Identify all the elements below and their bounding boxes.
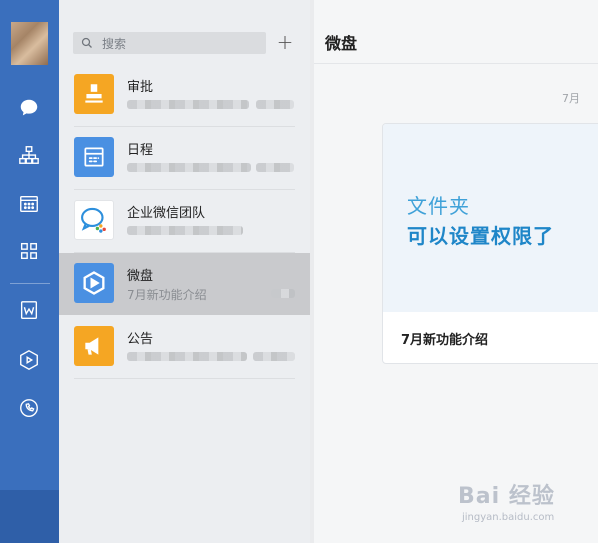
rail-footer bbox=[0, 490, 59, 543]
card-caption: 7月新功能介绍 bbox=[401, 333, 489, 348]
list-item-approval[interactable]: 审批 bbox=[59, 64, 310, 126]
list-item-title: 公告 bbox=[127, 332, 154, 347]
content-pane: 微盘 7月 文件夹 可以设置权限了 7月新功能介绍 bbox=[310, 0, 598, 543]
list-item-subtitle: 7月新功能介绍 bbox=[127, 288, 207, 302]
announcement-icon bbox=[74, 326, 114, 366]
weipan-icon bbox=[74, 263, 114, 303]
list-item-title: 微盘 bbox=[127, 269, 154, 284]
list-item-title: 审批 bbox=[127, 80, 154, 95]
watermark-url: jingyan.baidu.com bbox=[462, 512, 555, 523]
blurred-preview bbox=[127, 352, 247, 361]
blurred-preview bbox=[127, 100, 249, 109]
phone-icon[interactable] bbox=[17, 396, 41, 420]
blurred-time bbox=[256, 100, 294, 109]
apps-grid-icon[interactable] bbox=[17, 239, 41, 263]
list-item-wecom-team[interactable]: 企业微信团队 bbox=[59, 190, 310, 252]
chat-icon[interactable] bbox=[17, 96, 41, 120]
search-input[interactable]: 搜索 bbox=[73, 32, 266, 54]
pane-divider bbox=[310, 0, 314, 543]
weipan-icon[interactable] bbox=[17, 348, 41, 372]
list-item-schedule[interactable]: 日程 bbox=[59, 127, 310, 189]
card-headline-line1: 文件夹 bbox=[407, 194, 470, 218]
blurred-preview bbox=[127, 226, 243, 235]
rail-divider bbox=[10, 283, 50, 284]
page-title: 微盘 bbox=[325, 34, 358, 53]
list-item-title: 日程 bbox=[127, 143, 154, 158]
blurred-time bbox=[271, 289, 295, 298]
list-item-announcement[interactable]: 公告 bbox=[59, 316, 310, 378]
conversation-list-panel: 搜索 + 审批 日程 企业微信团队 微盘 7月新功能介绍 公告 bbox=[59, 0, 310, 543]
left-rail bbox=[0, 0, 59, 543]
doc-w-icon[interactable] bbox=[17, 298, 41, 322]
blurred-time bbox=[253, 352, 295, 361]
org-chart-icon[interactable] bbox=[17, 143, 41, 167]
add-button[interactable]: + bbox=[275, 32, 295, 54]
card-headline-line2: 可以设置权限了 bbox=[407, 224, 554, 248]
blurred-time bbox=[256, 163, 294, 172]
approval-stamp-icon bbox=[74, 74, 114, 114]
list-item-weipan[interactable]: 微盘 7月新功能介绍 bbox=[59, 253, 310, 315]
watermark-logo: Bai 经验 bbox=[458, 484, 555, 509]
divider bbox=[74, 378, 295, 379]
card-image: 文件夹 可以设置权限了 bbox=[383, 124, 598, 312]
schedule-icon bbox=[74, 137, 114, 177]
avatar[interactable] bbox=[11, 22, 48, 65]
search-placeholder: 搜索 bbox=[102, 36, 127, 51]
search-icon bbox=[81, 37, 92, 48]
list-item-title: 企业微信团队 bbox=[127, 206, 206, 221]
article-card[interactable]: 文件夹 可以设置权限了 7月新功能介绍 bbox=[382, 123, 598, 364]
calendar-grid-icon[interactable] bbox=[17, 192, 41, 216]
wecom-team-icon bbox=[74, 200, 114, 240]
message-date: 7月 bbox=[562, 92, 580, 105]
watermark: Bai 经验 jingyan.baidu.com bbox=[458, 478, 568, 528]
blurred-preview bbox=[127, 163, 251, 172]
content-header: 微盘 bbox=[310, 0, 598, 64]
